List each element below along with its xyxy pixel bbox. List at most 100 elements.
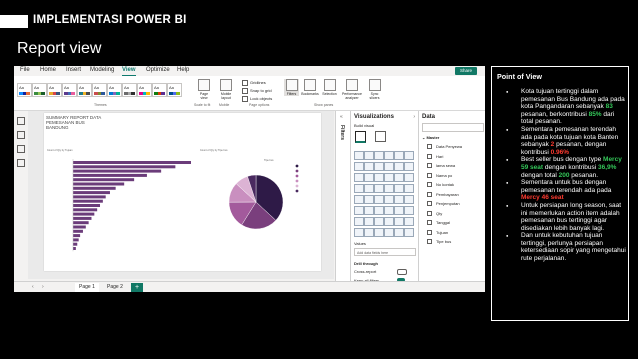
menu-file[interactable]: File: [20, 67, 30, 73]
bar[interactable]: [73, 229, 83, 233]
theme-swatch[interactable]: Aa: [17, 83, 32, 97]
theme-swatch[interactable]: Aa: [77, 83, 92, 97]
field-checkbox[interactable]: [427, 144, 432, 150]
bar[interactable]: [73, 242, 78, 246]
visual-type-icon[interactable]: [364, 217, 374, 226]
data-field-item[interactable]: Nama po: [427, 173, 452, 178]
data-field-item[interactable]: Tanggal: [427, 220, 450, 226]
visual-type-icon[interactable]: [384, 217, 394, 226]
menu-optimize[interactable]: Optimize: [146, 67, 170, 73]
theme-swatch[interactable]: Aa: [152, 83, 167, 97]
bar[interactable]: [73, 238, 79, 242]
table-view-icon[interactable]: [17, 131, 25, 139]
menu-home[interactable]: Home: [40, 67, 56, 73]
field-checkbox[interactable]: [427, 153, 432, 159]
menu-help[interactable]: Help: [177, 67, 189, 73]
build-visual-icon[interactable]: [355, 131, 366, 143]
visual-type-icon[interactable]: [394, 206, 404, 215]
bar[interactable]: [73, 182, 125, 186]
page-view-button[interactable]: Page view: [196, 79, 212, 100]
visual-type-icon[interactable]: [364, 151, 374, 160]
bar[interactable]: [73, 169, 162, 173]
visual-type-icon[interactable]: [384, 173, 394, 182]
theme-swatch[interactable]: Aa: [92, 83, 107, 97]
visual-type-icon[interactable]: [354, 228, 364, 237]
data-field-item[interactable]: Penjemputan: [427, 201, 460, 207]
filters-pane-button[interactable]: Filters: [284, 79, 299, 96]
visual-type-icon[interactable]: [374, 162, 384, 171]
bar[interactable]: [73, 199, 103, 203]
visual-type-icon[interactable]: [384, 206, 394, 215]
data-field-item[interactable]: Qty: [427, 211, 442, 216]
theme-swatch[interactable]: Aa: [107, 83, 122, 97]
table-master[interactable]: ⌄ Master: [422, 135, 439, 140]
next-page-icon[interactable]: ›: [42, 284, 44, 290]
visual-type-icon[interactable]: [374, 195, 384, 204]
bar[interactable]: [73, 247, 76, 250]
report-view-icon[interactable]: [17, 117, 25, 125]
share-button[interactable]: Share: [455, 67, 477, 75]
theme-swatch[interactable]: Aa: [32, 83, 47, 97]
visual-type-icon[interactable]: [394, 173, 404, 182]
gridlines-checkbox[interactable]: Gridlines: [242, 80, 266, 86]
visual-type-icon[interactable]: [364, 228, 374, 237]
visual-type-icon[interactable]: [384, 195, 394, 204]
bar[interactable]: [73, 191, 110, 195]
visual-type-icon[interactable]: [354, 217, 364, 226]
bar-chart[interactable]: [47, 153, 197, 263]
visual-type-icon[interactable]: [384, 228, 394, 237]
visual-type-icon[interactable]: [364, 162, 374, 171]
prev-page-icon[interactable]: ‹: [32, 284, 34, 290]
visual-type-icon[interactable]: [364, 206, 374, 215]
visual-type-icon[interactable]: [364, 173, 374, 182]
data-search-input[interactable]: [422, 123, 484, 132]
visual-type-icon[interactable]: [394, 217, 404, 226]
visual-type-icon[interactable]: [404, 184, 414, 193]
menu-modeling[interactable]: Modeling: [90, 67, 114, 73]
theme-swatch[interactable]: Aa: [122, 83, 137, 97]
theme-swatch[interactable]: Aa: [47, 83, 62, 97]
cross-report-toggle[interactable]: [397, 269, 407, 275]
theme-swatch[interactable]: Aa: [62, 83, 77, 97]
bar[interactable]: [73, 173, 147, 177]
visual-type-icon[interactable]: [394, 228, 404, 237]
visual-type-icon[interactable]: [404, 162, 414, 171]
add-page-button[interactable]: +: [131, 283, 143, 292]
visual-type-icon[interactable]: [394, 184, 404, 193]
visual-type-icon[interactable]: [354, 195, 364, 204]
bar[interactable]: [73, 165, 176, 169]
visual-type-icon[interactable]: [354, 184, 364, 193]
selection-pane-button[interactable]: Selection: [321, 79, 338, 96]
visual-type-icon[interactable]: [394, 151, 404, 160]
snap-to-grid-checkbox[interactable]: Snap to grid: [242, 88, 272, 94]
mobile-layout-button[interactable]: Mobile layout: [217, 79, 235, 100]
data-field-item[interactable]: Tujuan: [427, 230, 448, 235]
visual-type-icon[interactable]: [364, 195, 374, 204]
visual-type-icon[interactable]: [374, 173, 384, 182]
bar[interactable]: [73, 225, 86, 229]
visual-type-icon[interactable]: [404, 217, 414, 226]
page-tab-2[interactable]: Page 2: [103, 283, 127, 292]
visual-type-icon[interactable]: [384, 162, 394, 171]
visual-type-icon[interactable]: [374, 217, 384, 226]
visual-type-icon[interactable]: [374, 151, 384, 160]
visual-type-icon[interactable]: [404, 173, 414, 182]
visual-type-icon[interactable]: [354, 206, 364, 215]
visual-type-icon[interactable]: [404, 195, 414, 204]
field-checkbox[interactable]: [427, 182, 432, 188]
field-checkbox[interactable]: [427, 239, 432, 245]
page-tab-1[interactable]: Page 1: [75, 283, 99, 292]
visual-type-icon[interactable]: [394, 195, 404, 204]
visual-type-icon[interactable]: [394, 162, 404, 171]
visual-type-icon[interactable]: [374, 184, 384, 193]
pie-chart[interactable]: [204, 158, 314, 248]
visual-type-icon[interactable]: [374, 228, 384, 237]
values-drop-field[interactable]: Add data fields here: [354, 248, 416, 256]
data-field-item[interactable]: Tipe bus: [427, 239, 451, 245]
bar[interactable]: [73, 204, 101, 207]
expand-icon[interactable]: «: [340, 114, 343, 120]
sync-slicers-button[interactable]: Sync slicers: [366, 79, 383, 100]
data-field-item[interactable]: Pembayaran: [427, 192, 459, 197]
data-field-item[interactable]: Data Penyewa: [427, 144, 462, 150]
menu-view[interactable]: View: [122, 67, 136, 73]
